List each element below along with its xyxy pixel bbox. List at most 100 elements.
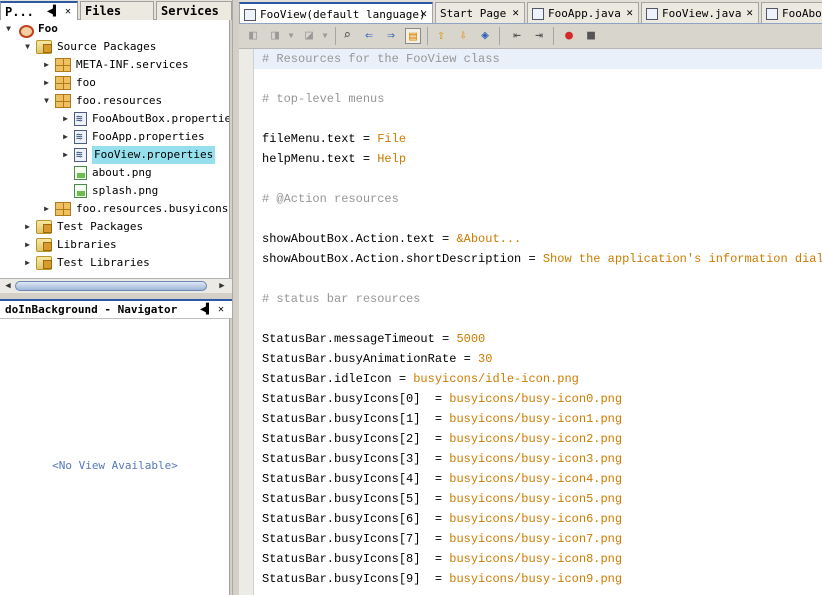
tree-node-label: foo.resources.busyicons	[76, 202, 229, 215]
tree-node[interactable]: ▶ FooView.properties	[61, 146, 216, 164]
expand-icon[interactable]: ▶	[23, 254, 32, 272]
editor-tab-fooview-properties[interactable]: FooView(default language) ✕	[239, 2, 433, 23]
tree-node[interactable]: ▶ foo.resources.busyicons	[42, 200, 228, 218]
expand-icon[interactable]: ▶	[61, 110, 70, 128]
panel-splitter[interactable]	[232, 0, 239, 595]
property-separator: =	[420, 552, 450, 566]
tree-node[interactable]: ▶ Test Libraries	[23, 254, 150, 272]
property-separator: =	[420, 432, 450, 446]
close-tab-icon[interactable]: ✕	[746, 3, 753, 23]
tree-node[interactable]: ▶ Libraries	[23, 236, 117, 254]
collapse-icon[interactable]: ▼	[4, 20, 13, 38]
scrollbar-thumb[interactable]	[15, 281, 207, 291]
navigator-scroll-icon[interactable]: ◀▌	[200, 301, 212, 318]
horizontal-scrollbar[interactable]: ◀ ▶	[0, 278, 232, 293]
previous-bookmark-icon[interactable]: ⇧	[433, 28, 449, 44]
tree-node[interactable]: ▼ Foo	[4, 20, 58, 38]
code-editor[interactable]: # Resources for the FooView class # top-l…	[262, 49, 822, 595]
editor-tab-label: FooApp.java	[548, 6, 621, 20]
property-value: 30	[478, 352, 493, 366]
tab-scroll-icon[interactable]: ◀▌	[47, 3, 59, 20]
expand-icon[interactable]: ▶	[23, 236, 32, 254]
code-line: StatusBar.busyIcons[6] = busyicons/busy-…	[262, 509, 622, 529]
find-previous-icon[interactable]: ⇐	[361, 28, 377, 44]
property-key: StatusBar.messageTimeout	[262, 332, 435, 346]
tree-node[interactable]: ▶ Test Packages	[23, 218, 143, 236]
next-bookmark-icon[interactable]: ⇩	[455, 28, 471, 44]
code-comment: # status bar resources	[262, 292, 421, 306]
property-value: busyicons/busy-icon0.png	[449, 392, 623, 406]
property-key: StatusBar.busyIcons[9]	[262, 572, 421, 586]
editor-tab-fooabout[interactable]: FooAbo	[761, 2, 822, 23]
tree-node[interactable]: about.png	[61, 164, 152, 182]
code-line: StatusBar.busyIcons[0] = busyicons/busy-…	[262, 389, 622, 409]
editor-tab-fooview-java[interactable]: FooView.java ✕	[641, 2, 759, 23]
close-tab-icon[interactable]: ✕	[512, 3, 519, 23]
property-separator: =	[391, 372, 414, 386]
code-line: StatusBar.busyIcons[8] = busyicons/busy-…	[262, 549, 622, 569]
navigator-close-icon[interactable]: ✕	[218, 301, 224, 318]
expand-icon[interactable]: ▶	[23, 218, 32, 236]
toggle-highlight-icon[interactable]: ▤	[405, 28, 421, 44]
code-comment: # top-level menus	[262, 92, 385, 106]
collapse-icon[interactable]: ▼	[23, 38, 32, 56]
tab-files[interactable]: Files	[80, 1, 154, 20]
expand-icon[interactable]: ▶	[61, 146, 70, 164]
tree-node-label: Foo	[38, 22, 58, 35]
line-gutter	[239, 49, 254, 595]
expand-icon[interactable]: ▶	[42, 200, 51, 218]
editor-tab-fooapp-java[interactable]: FooApp.java ✕	[527, 2, 639, 23]
code-line: # status bar resources	[262, 289, 420, 309]
code-line: StatusBar.busyIcons[2] = busyicons/busy-…	[262, 429, 622, 449]
shift-left-icon[interactable]: ⇤	[509, 28, 525, 44]
find-next-icon[interactable]: ⇒	[383, 28, 399, 44]
tree-node-label: foo.resources	[76, 94, 163, 107]
tree-node-label: FooView.properties	[92, 146, 216, 164]
property-value: busyicons/busy-icon6.png	[449, 512, 623, 526]
find-icon[interactable]: ⌕	[339, 28, 355, 44]
expand-icon[interactable]: ▶	[42, 74, 51, 92]
tree-node-label: Libraries	[57, 238, 117, 251]
forward-icon[interactable]: ◪	[301, 28, 317, 44]
tree-node[interactable]: ▶ META-INF.services	[42, 56, 189, 74]
tree-node[interactable]: ▶ FooApp.properties	[61, 128, 205, 146]
close-tab-icon[interactable]: ✕	[420, 4, 427, 23]
properties-file-icon	[244, 8, 256, 21]
expand-icon[interactable]: ▶	[61, 128, 70, 146]
code-comment: # Resources for the FooView class	[262, 52, 500, 66]
stop-macro-icon[interactable]: ■	[583, 28, 599, 44]
editor-tab-start-page[interactable]: Start Page ✕	[435, 2, 525, 23]
code-line: StatusBar.busyIcons[9] = busyicons/busy-…	[262, 569, 622, 589]
tab-services[interactable]: Services	[156, 1, 232, 20]
scroll-right-icon[interactable]: ▶	[216, 280, 228, 292]
tree-node[interactable]: ▶ FooAboutBox.properties	[61, 110, 229, 128]
navigator-header: doInBackground - Navigator ◀▌ ✕	[0, 299, 232, 319]
property-key: StatusBar.busyIcons[5]	[262, 492, 421, 506]
collapse-icon[interactable]: ▼	[42, 92, 51, 110]
tab-projects-label: P...	[5, 5, 34, 19]
close-icon[interactable]: ✕	[65, 3, 71, 20]
close-tab-icon[interactable]: ✕	[626, 3, 633, 23]
scroll-left-icon[interactable]: ◀	[2, 280, 14, 292]
tree-node[interactable]: ▼ Source Packages	[23, 38, 156, 56]
tree-node[interactable]: ▼ foo.resources	[42, 92, 162, 110]
chevron-down-icon[interactable]: ▼	[317, 28, 333, 44]
start-macro-icon[interactable]: ●	[561, 28, 577, 44]
tab-files-label: Files	[85, 4, 122, 18]
property-key: StatusBar.busyIcons[6]	[262, 512, 421, 526]
toggle-bookmark-icon[interactable]: ◈	[477, 28, 493, 44]
back-icon[interactable]: ◧	[245, 28, 261, 44]
code-line: # top-level menus	[262, 89, 384, 109]
code-line: StatusBar.busyIcons[4] = busyicons/busy-…	[262, 469, 622, 489]
chevron-down-icon[interactable]: ▼	[283, 28, 299, 44]
property-separator: =	[355, 152, 378, 166]
code-line: helpMenu.text = Help	[262, 149, 406, 169]
code-line: StatusBar.busyIcons[7] = busyicons/busy-…	[262, 529, 622, 549]
tree-node[interactable]: ▶ foo	[42, 74, 96, 92]
tab-projects[interactable]: P... ◀▌ ✕	[0, 1, 78, 20]
history-icon[interactable]: ◨	[267, 28, 283, 44]
shift-right-icon[interactable]: ⇥	[531, 28, 547, 44]
property-key: StatusBar.busyAnimationRate	[262, 352, 457, 366]
tree-node[interactable]: splash.png	[61, 182, 158, 200]
expand-icon[interactable]: ▶	[42, 56, 51, 74]
